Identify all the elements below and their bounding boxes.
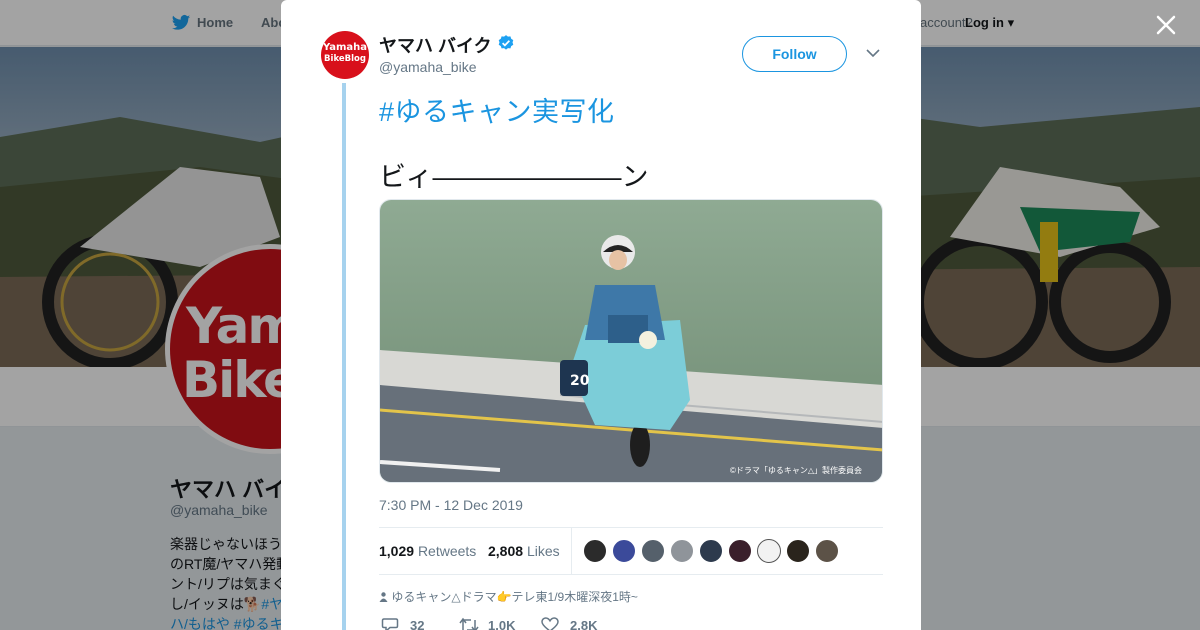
retweet-stat[interactable]: 1,029 Retweets bbox=[379, 543, 476, 559]
person-icon bbox=[379, 592, 388, 602]
liker-avatar[interactable] bbox=[815, 539, 839, 563]
tweet-text: ビィ———————ン bbox=[379, 162, 649, 192]
liker-avatar[interactable] bbox=[583, 539, 607, 563]
liker-avatar[interactable] bbox=[786, 539, 810, 563]
photo-scene: 20 bbox=[380, 200, 882, 482]
photo-credit: ©ドラマ「ゆるキャン△」製作委員会 bbox=[729, 466, 862, 475]
tweet-author-name[interactable]: ヤマハ バイク bbox=[379, 32, 492, 58]
tweet-modal: Yamaha BikeBlog ヤマハ バイク @yamaha_bike Fol… bbox=[281, 0, 921, 630]
avatar-text-line2: BikeBlog bbox=[324, 54, 366, 64]
tweet-photo[interactable]: 20 ©ドラマ「ゆるキャン△」製作委員会 bbox=[379, 199, 883, 483]
likes-stat[interactable]: 2,808 Likes bbox=[488, 543, 560, 559]
close-icon[interactable] bbox=[1153, 12, 1179, 38]
liker-avatar[interactable] bbox=[757, 539, 781, 563]
liker-avatar[interactable] bbox=[670, 539, 694, 563]
liker-avatar[interactable] bbox=[612, 539, 636, 563]
stats-divider-bottom bbox=[379, 574, 883, 575]
verified-badge-icon bbox=[498, 35, 514, 50]
tweet-hashtag-link[interactable]: #ゆるキャン実写化 bbox=[379, 90, 615, 129]
tweet-author-handle[interactable]: @yamaha_bike bbox=[379, 59, 477, 75]
tweet-author-avatar[interactable]: Yamaha BikeBlog bbox=[321, 31, 369, 79]
follow-button[interactable]: Follow bbox=[742, 36, 847, 72]
scooter-number: 20 bbox=[570, 373, 590, 389]
stats-divider-vertical bbox=[571, 528, 572, 574]
chevron-down-icon[interactable] bbox=[866, 48, 880, 58]
liker-avatar[interactable] bbox=[699, 539, 723, 563]
liker-avatar[interactable] bbox=[641, 539, 665, 563]
thread-line bbox=[342, 83, 346, 630]
stats-divider-top bbox=[379, 527, 883, 528]
reply-icon[interactable] bbox=[381, 617, 399, 630]
heart-icon[interactable] bbox=[541, 617, 559, 630]
retweet-icon[interactable] bbox=[459, 617, 479, 630]
tweet-timestamp[interactable]: 7:30 PM - 12 Dec 2019 bbox=[379, 497, 523, 513]
avatar-text-line1: Yamaha bbox=[322, 42, 368, 53]
tweet-source: ゆるキャン△ドラマ👉テレ東1/9木曜深夜1時~ bbox=[379, 588, 638, 605]
liker-avatar[interactable] bbox=[728, 539, 752, 563]
